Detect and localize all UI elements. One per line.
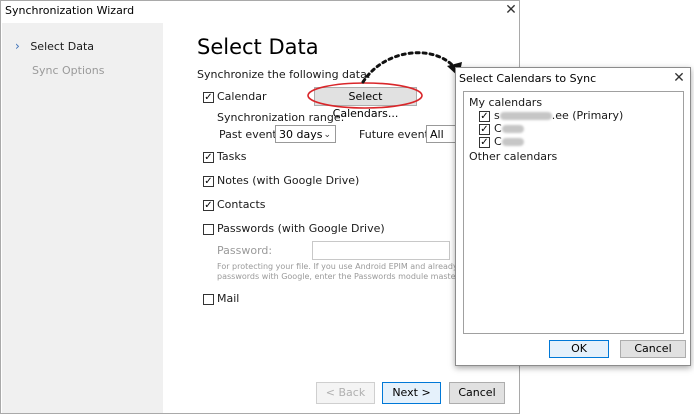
back-button[interactable]: < Back: [316, 382, 375, 404]
group-my-calendars: My calendars: [469, 96, 543, 109]
chevron-right-icon: ›: [15, 39, 20, 53]
past-events-value: 30 days: [279, 128, 323, 141]
page-title: Select Data: [197, 35, 319, 59]
calendar-1-checkbox[interactable]: ✓: [479, 111, 490, 122]
chevron-down-icon: ⌄: [323, 130, 331, 140]
next-button[interactable]: Next >: [382, 382, 441, 404]
group-other-calendars: Other calendars: [469, 150, 558, 163]
password-help-line1: For protecting your file. If you use And…: [217, 262, 470, 271]
ok-button[interactable]: OK: [549, 340, 609, 358]
calendar-3-checkbox[interactable]: ✓: [479, 137, 490, 148]
redacted-blur: [501, 125, 524, 133]
redacted-blur: [499, 112, 552, 120]
calendar-checkbox[interactable]: ✓: [203, 92, 214, 103]
wizard-title: Synchronization Wizard: [5, 4, 135, 17]
calendar-2-checkbox[interactable]: ✓: [479, 124, 490, 135]
notes-checkbox[interactable]: ✓: [203, 176, 214, 187]
password-help-line2: passwords with Google, enter the Passwor…: [217, 272, 467, 281]
mail-checkbox[interactable]: [203, 294, 214, 305]
calendar-list: My calendars ✓ s .ee (Primary) ✓ C ✓ C Ot…: [463, 91, 684, 334]
close-icon[interactable]: ✕: [502, 1, 520, 19]
calendar-1-name: s .ee (Primary): [494, 109, 624, 122]
future-events-value: All: [430, 128, 444, 141]
cancel-button[interactable]: Cancel: [449, 382, 505, 404]
contacts-checkbox[interactable]: ✓: [203, 200, 214, 211]
sidebar-item-select-data[interactable]: › Select Data: [15, 39, 94, 53]
password-label: Password:: [217, 244, 273, 257]
wizard-sidebar: › Select Data Sync Options: [2, 23, 163, 413]
sidebar-item-label: Select Data: [30, 40, 95, 53]
calendar-label: Calendar: [217, 90, 267, 103]
past-events-select[interactable]: 30 days ⌄: [275, 125, 336, 143]
notes-label: Notes (with Google Drive): [217, 174, 360, 187]
dialog-cancel-button[interactable]: Cancel: [620, 340, 686, 358]
calendar-2-name: C: [494, 122, 524, 135]
calendar-3-name: C: [494, 135, 524, 148]
sidebar-item-sync-options[interactable]: Sync Options: [32, 64, 104, 77]
tasks-checkbox[interactable]: ✓: [203, 152, 214, 163]
passwords-checkbox[interactable]: [203, 224, 214, 235]
dialog-close-icon[interactable]: ✕: [670, 69, 688, 87]
sync-range-label: Synchronization range:: [217, 111, 345, 124]
redacted-blur: [501, 138, 524, 146]
password-input[interactable]: [312, 241, 450, 260]
tasks-label: Tasks: [217, 150, 247, 163]
subtitle: Synchronize the following data:: [197, 68, 371, 81]
dialog-title: Select Calendars to Sync: [459, 72, 597, 85]
contacts-label: Contacts: [217, 198, 266, 211]
mail-label: Mail: [217, 292, 240, 305]
passwords-label: Passwords (with Google Drive): [217, 222, 385, 235]
select-calendars-dialog: Select Calendars to Sync ✕ My calendars …: [455, 67, 691, 366]
future-events-select[interactable]: All: [426, 125, 458, 143]
